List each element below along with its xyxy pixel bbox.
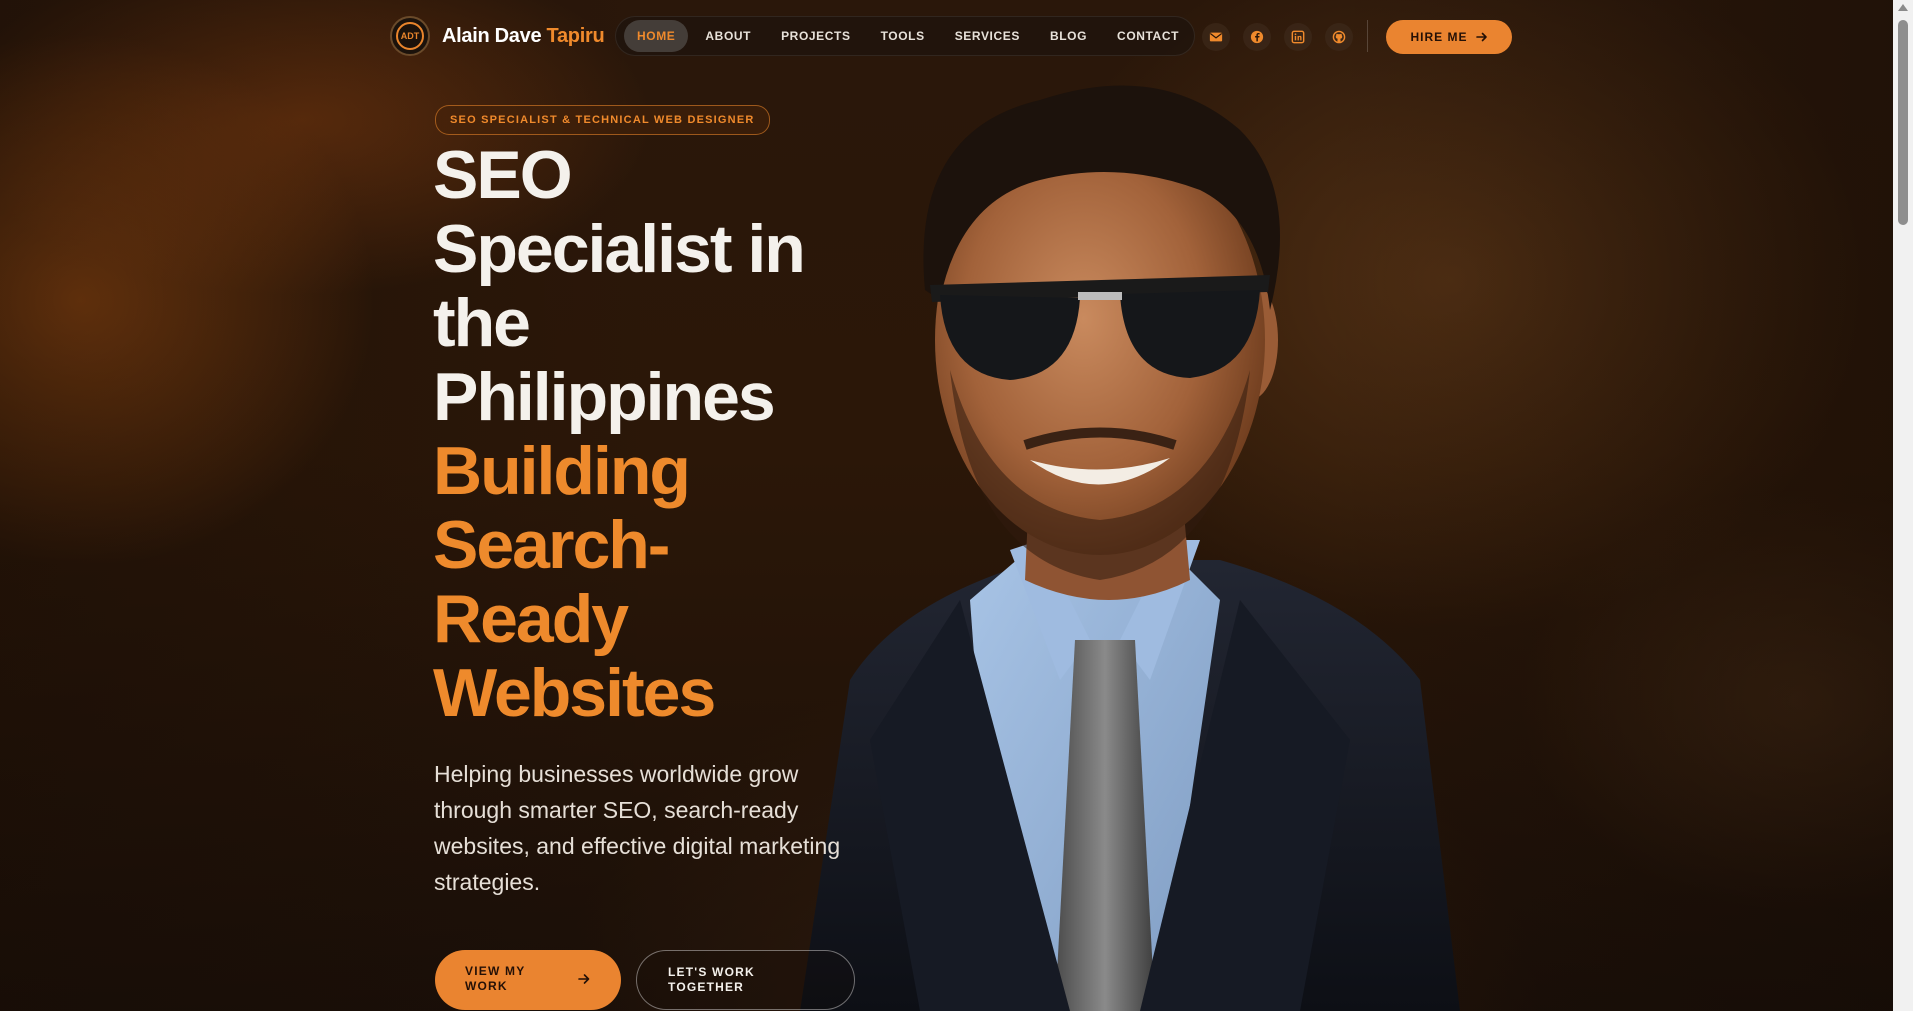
mail-icon[interactable] [1202, 23, 1230, 51]
headline-line: Specialist in [433, 211, 806, 287]
role-badge: SEO SPECIALIST & TECHNICAL WEB DESIGNER [435, 105, 770, 135]
nav-item-services[interactable]: SERVICES [942, 20, 1033, 52]
arrow-right-icon [1475, 32, 1487, 42]
nav-item-contact[interactable]: CONTACT [1104, 20, 1192, 52]
nav-item-projects[interactable]: PROJECTS [768, 20, 863, 52]
arrow-right-icon [578, 974, 590, 984]
headline-line: Philippines [433, 359, 776, 435]
logo-monogram: ADT [396, 22, 424, 50]
headline-line-accent: Websites [433, 655, 716, 731]
hero-subtitle: Helping businesses worldwide grow throug… [434, 761, 841, 895]
work-together-button[interactable]: LET'S WORK TOGETHER [636, 950, 855, 1010]
headline-line: the [433, 285, 531, 361]
github-icon[interactable] [1325, 23, 1353, 51]
hire-me-button[interactable]: HIRE ME [1386, 20, 1512, 54]
scroll-up-arrow-icon[interactable] [1898, 4, 1908, 11]
headline-line-accent: Building [433, 433, 691, 509]
hero-headline: SEO Specialist in the Philippines Buildi… [433, 138, 893, 730]
linkedin-icon[interactable] [1284, 23, 1312, 51]
headline-line-accent: Search- [433, 507, 670, 583]
page-scrollbar[interactable] [1893, 0, 1913, 1011]
nav-divider [1367, 20, 1368, 52]
main-menu: HOME ABOUT PROJECTS TOOLS SERVICES BLOG … [615, 16, 1195, 56]
work-together-label: LET'S WORK TOGETHER [668, 965, 755, 994]
nav-item-home[interactable]: HOME [624, 20, 689, 52]
nav-item-tools[interactable]: TOOLS [868, 20, 938, 52]
view-my-work-label: VIEW MY WORK [465, 964, 526, 993]
nav-item-about[interactable]: ABOUT [692, 20, 764, 52]
brand-logo[interactable]: ADT [390, 16, 430, 56]
headline-line: SEO [433, 137, 573, 213]
scrollbar-thumb[interactable] [1898, 20, 1908, 225]
top-navigation: ADT Alain Dave Tapiru HOME ABOUT PROJECT… [390, 14, 1512, 58]
view-my-work-button[interactable]: VIEW MY WORK [435, 950, 621, 1010]
facebook-icon[interactable] [1243, 23, 1271, 51]
hire-me-label: HIRE ME [1410, 30, 1468, 44]
brand-first-name: Alain Dave [442, 25, 542, 47]
nav-item-blog[interactable]: BLOG [1037, 20, 1100, 52]
brand-last-name: Tapiru [546, 25, 605, 47]
headline-line-accent: Ready [433, 581, 629, 657]
brand-name[interactable]: Alain Dave Tapiru [442, 25, 605, 48]
